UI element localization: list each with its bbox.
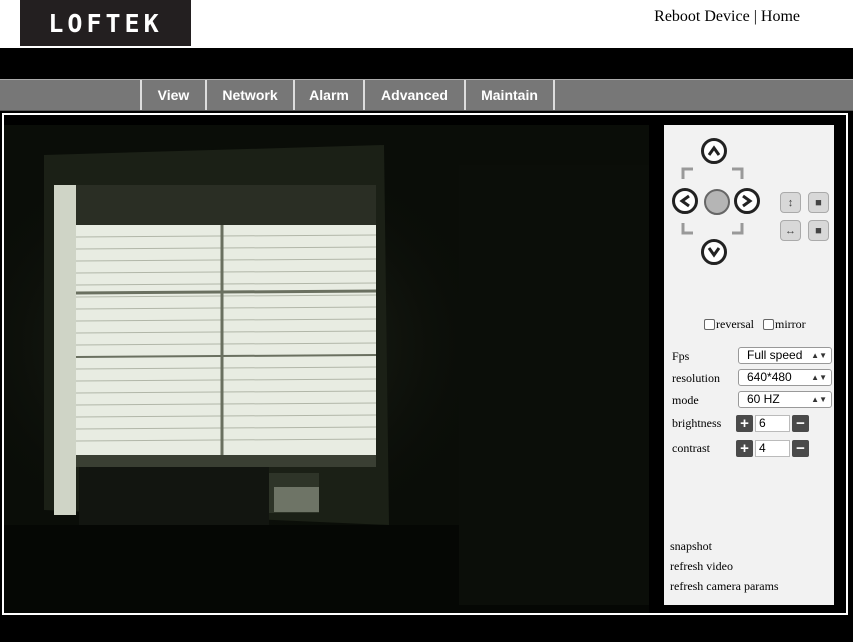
mirror-checkbox[interactable] — [762, 319, 774, 330]
arrow-up-right-icon[interactable] — [730, 167, 744, 181]
vertical-stop-button[interactable]: ■ — [808, 192, 829, 213]
header-links: Reboot Device | Home — [654, 8, 800, 26]
reversal-label: reversal — [716, 317, 754, 331]
contrast-decrease-button[interactable]: − — [792, 440, 809, 457]
select-arrows-icon: ▲▼ — [811, 351, 827, 360]
refresh-video-link[interactable]: refresh video — [670, 559, 733, 574]
mode-label: mode — [672, 393, 699, 407]
mode-value: 60 HZ — [747, 392, 780, 406]
fps-value: Full speed — [747, 348, 803, 362]
snapshot-link[interactable]: snapshot — [670, 539, 712, 554]
select-arrows-icon: ▲▼ — [811, 395, 827, 404]
top-header: LOFTEK Reboot Device | Home — [0, 0, 853, 48]
resolution-label: resolution — [672, 371, 720, 385]
nav-alarm[interactable]: Alarm — [293, 80, 363, 110]
bottom-bar — [0, 624, 853, 642]
main-nav: View Network Alarm Advanced Maintain — [0, 79, 853, 111]
video-feed[interactable] — [4, 125, 649, 613]
horizontal-arrows-icon: ↔ — [785, 224, 796, 237]
vertical-patrol-button[interactable]: ↕ — [780, 192, 801, 213]
contrast-input[interactable]: 4 — [755, 440, 790, 457]
ptz-center-button[interactable] — [704, 189, 730, 215]
header-separator: | — [753, 8, 757, 25]
control-panel: ↕ ■ ↔ ■ reversal mirror Fps Full speed ▲▼… — [664, 125, 834, 605]
mirror-label: mirror — [774, 317, 806, 331]
brightness-label: brightness — [672, 416, 722, 430]
arrow-up-left-icon[interactable] — [681, 167, 695, 181]
nav-advanced[interactable]: Advanced — [363, 80, 464, 110]
image-options: reversal mirror — [704, 317, 806, 332]
arrow-down-icon — [707, 247, 721, 258]
arrow-down-right-icon[interactable] — [730, 221, 744, 235]
resolution-value: 640*480 — [747, 370, 792, 384]
nav-view[interactable]: View — [140, 80, 205, 110]
resolution-select[interactable]: 640*480 ▲▼ — [738, 369, 832, 386]
contrast-label: contrast — [672, 441, 710, 455]
mode-select[interactable]: 60 HZ ▲▼ — [738, 391, 832, 408]
arrow-up-icon — [707, 145, 721, 156]
brightness-input[interactable]: 6 — [755, 415, 790, 432]
horizontal-stop-button[interactable]: ■ — [808, 220, 829, 241]
arrow-left-icon — [679, 194, 690, 208]
arrow-down-left-icon[interactable] — [681, 221, 695, 235]
minus-icon: − — [796, 415, 805, 432]
contrast-stepper: + 4 − — [736, 440, 809, 457]
reversal-checkbox[interactable] — [704, 319, 715, 330]
fps-label: Fps — [672, 349, 690, 363]
stop-icon: ■ — [815, 196, 822, 209]
arrow-right-icon — [742, 194, 753, 208]
ptz-left-button[interactable] — [672, 188, 698, 214]
minus-icon: − — [796, 440, 805, 457]
plus-icon: + — [740, 415, 749, 432]
reboot-device-link[interactable]: Reboot Device — [654, 8, 750, 25]
home-link[interactable]: Home — [761, 8, 800, 25]
vertical-arrows-icon: ↕ — [787, 196, 794, 209]
nav-network[interactable]: Network — [205, 80, 293, 110]
select-arrows-icon: ▲▼ — [811, 373, 827, 382]
nav-maintain[interactable]: Maintain — [464, 80, 555, 110]
logo-text: LOFTEK — [48, 8, 163, 38]
brightness-stepper: + 6 − — [736, 415, 809, 432]
plus-icon: + — [740, 440, 749, 457]
brightness-decrease-button[interactable]: − — [792, 415, 809, 432]
contrast-increase-button[interactable]: + — [736, 440, 753, 457]
horizontal-patrol-button[interactable]: ↔ — [780, 220, 801, 241]
camera-image — [4, 125, 649, 613]
stop-icon: ■ — [815, 224, 822, 237]
ptz-down-button[interactable] — [701, 239, 727, 265]
content-frame: ↕ ■ ↔ ■ reversal mirror Fps Full speed ▲▼… — [2, 113, 848, 615]
fps-select[interactable]: Full speed ▲▼ — [738, 347, 832, 364]
loftek-logo: LOFTEK — [20, 0, 191, 46]
ptz-right-button[interactable] — [734, 188, 760, 214]
refresh-camera-params-link[interactable]: refresh camera params — [670, 579, 779, 594]
ptz-up-button[interactable] — [701, 138, 727, 164]
brightness-increase-button[interactable]: + — [736, 415, 753, 432]
